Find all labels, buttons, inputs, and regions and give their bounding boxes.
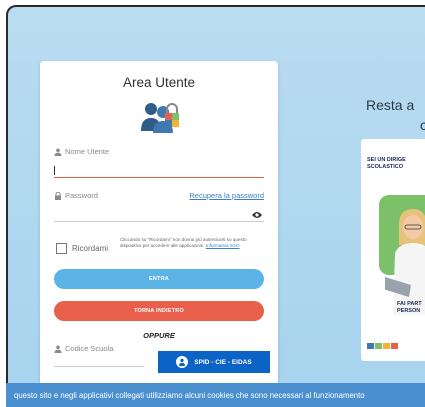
login-card: Area Utente Nome Utente Password Recuper… <box>40 61 278 391</box>
woman-with-laptop-illustration <box>385 209 425 315</box>
promo-banner[interactable]: SEI UN DIRIGE SCOLASTICO FAI PART PERSON <box>361 139 425 361</box>
color-block <box>367 343 374 349</box>
text-caret <box>54 166 55 175</box>
page-background: Area Utente Nome Utente Password Recuper… <box>6 5 425 407</box>
password-label-text: Password <box>65 191 98 200</box>
username-label-text: Nome Utente <box>65 147 110 156</box>
enter-button[interactable]: ENTRA <box>54 269 264 289</box>
color-block <box>391 343 398 349</box>
username-input[interactable] <box>54 162 264 178</box>
cookie-banner-text: questo sito e negli applicativi collegat… <box>14 390 365 400</box>
color-block <box>375 343 382 349</box>
sso-info-link[interactable]: Informativa SSO <box>206 243 240 248</box>
spid-person-icon <box>176 356 189 368</box>
cookie-banner: questo sito e negli applicativi collegat… <box>6 383 425 407</box>
remember-hint: Cliccando su "Ricordami" non dovrai più … <box>120 237 268 249</box>
password-label: Password <box>54 191 98 200</box>
color-block <box>383 343 390 349</box>
promo-color-blocks <box>367 343 398 349</box>
recover-password-link[interactable]: Recupera la password <box>189 191 264 200</box>
spid-login-button[interactable]: SPID - CIE - EIDAS <box>158 351 270 373</box>
lock-icon <box>55 191 61 200</box>
tagline-line-2: c <box>366 115 425 135</box>
remember-label: Ricordami <box>72 244 109 253</box>
username-label: Nome Utente <box>54 147 109 156</box>
tagline-line-1: Resta a <box>366 97 415 113</box>
password-input[interactable] <box>54 206 264 222</box>
promo-footer-heading: FAI PART PERSON <box>397 301 422 314</box>
remember-checkbox[interactable] <box>56 243 67 254</box>
user-icon <box>54 148 62 156</box>
spid-button-label: SPID - CIE - EIDAS <box>194 358 252 366</box>
side-tagline: Resta a c <box>366 95 425 135</box>
promo-heading: SEI UN DIRIGE SCOLASTICO <box>367 157 406 170</box>
login-title: Area Utente <box>122 75 196 90</box>
or-separator: OPPURE <box>143 331 175 340</box>
back-button[interactable]: TORNA INDIETRO <box>54 301 264 321</box>
eye-icon[interactable] <box>252 211 262 219</box>
users-lock-logo-icon <box>141 103 179 133</box>
school-code-input[interactable] <box>54 351 144 367</box>
